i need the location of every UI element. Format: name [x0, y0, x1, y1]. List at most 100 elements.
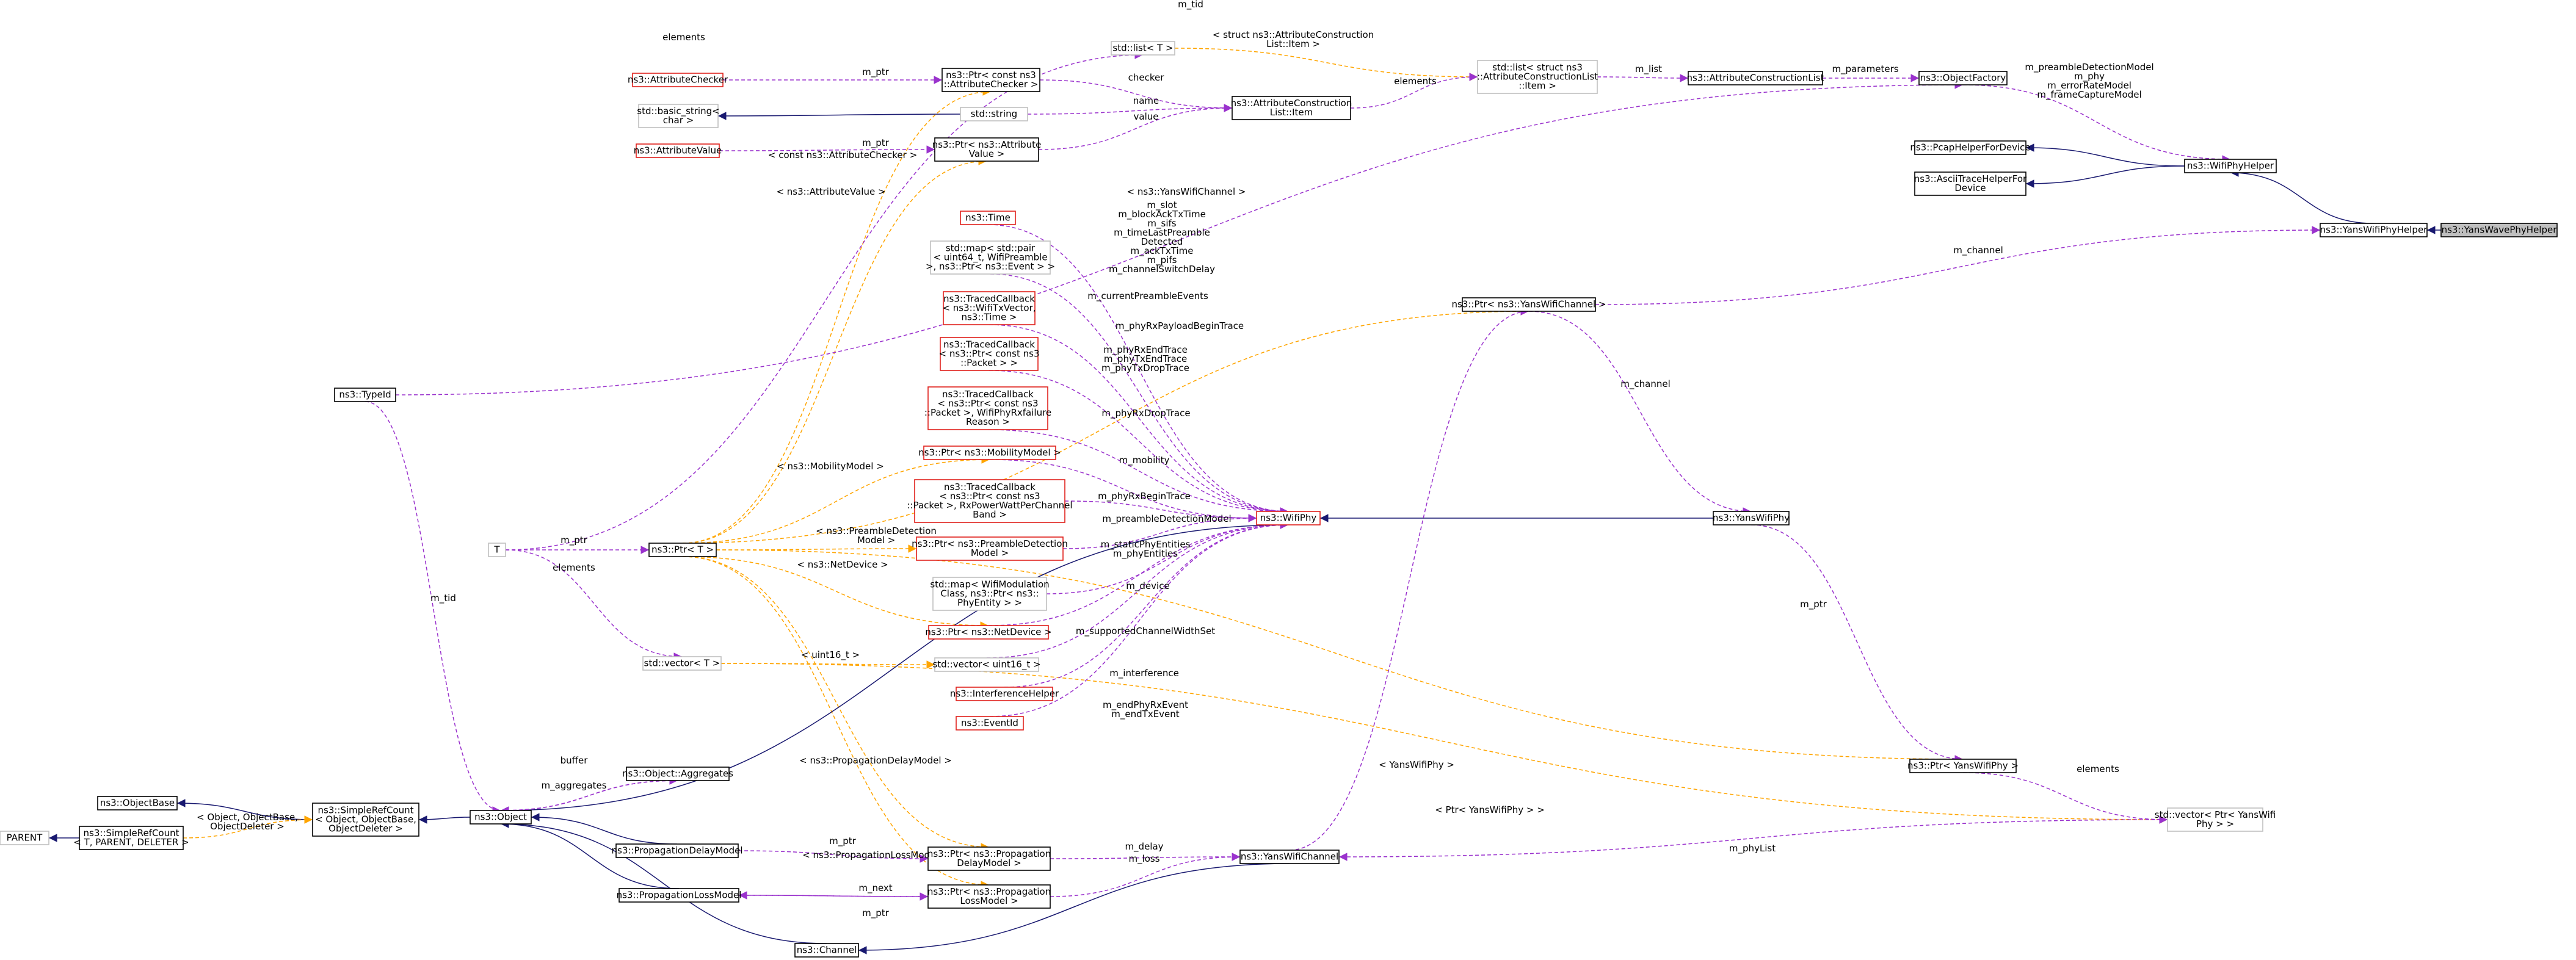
edge-label-l_mparams: m_parameters: [1832, 63, 1898, 75]
class-node-focus[interactable]: ns3::YansWavePhyHelper: [2440, 223, 2558, 237]
class-node-label: ns3::TypeId: [339, 389, 391, 400]
class-node-objectfactory[interactable]: ns3::ObjectFactory: [1918, 71, 2008, 85]
edge-label-l_mnext: m_next: [858, 882, 892, 894]
class-node-label: ns3::YansWifiChannel: [1241, 851, 1338, 862]
class-node-stdvectorT[interactable]: std::vector< T >: [642, 656, 722, 671]
class-node-label: ns3::Time >: [961, 312, 1017, 323]
class-node-basicstring[interactable]: std::basic_string<char >: [637, 104, 720, 128]
class-node-typeid[interactable]: ns3::TypeId: [334, 388, 396, 402]
edge-label-l_name: name: [1133, 95, 1159, 106]
edge-label-l_attrvalue_t: < ns3::AttributeValue >: [776, 186, 885, 197]
class-node-label: ::Packet > >: [960, 358, 1018, 369]
class-node-label: ns3::AttributeConstructionList: [1687, 73, 1824, 84]
class-node-time[interactable]: ns3::Time: [960, 211, 1016, 225]
class-node-label: ns3::Ptr< ns3::YansWifiChannel >: [1451, 299, 1606, 310]
class-node-ptrpreamble[interactable]: ns3::Ptr< ns3::PreambleDetectionModel >: [912, 536, 1068, 561]
class-node-label: PARENT: [7, 832, 43, 843]
usage-edge-ptryanschannel-to-yanswifiphy: [1528, 311, 1752, 516]
class-node-parent[interactable]: PARENT: [0, 831, 49, 845]
class-node-label: ns3::WifiPhyHelper: [2187, 161, 2274, 171]
class-node-attritem[interactable]: ns3::AttributeConstructionList::Item: [1231, 96, 1352, 120]
class-node-object[interactable]: ns3::Object: [470, 810, 532, 825]
class-node-objectbase[interactable]: ns3::ObjectBase: [97, 796, 178, 810]
edge-label-l_mchannel_mid: m_channel: [1620, 378, 1670, 390]
class-node-pcaphelper[interactable]: ns3::PcapHelperForDevice: [1910, 140, 2031, 155]
class-node-attrvalue[interactable]: ns3::AttributeValue: [634, 143, 722, 158]
edge-label-l_elements_ptr: elements: [2077, 763, 2119, 774]
edge-label-l_elements_list: elements: [1394, 76, 1437, 87]
class-node-label: ns3::ObjectBase: [100, 798, 175, 809]
usage-edge-stdstring-to-attritem: [1027, 104, 1233, 115]
class-node-tc2[interactable]: ns3::TracedCallback< ns3::Ptr< const ns3…: [939, 337, 1040, 371]
class-node-ptrattrvalue[interactable]: ns3::Ptr< ns3::AttributeValue >: [932, 137, 1042, 162]
class-node-proploss[interactable]: ns3::PropagationLossModel: [617, 888, 742, 903]
class-node-wifiphy[interactable]: ns3::WifiPhy: [1256, 511, 1321, 525]
class-node-label: Phy > >: [2196, 818, 2234, 829]
edge-label-l_preamble_t: Model >: [857, 535, 895, 546]
edge-label-l_endphy: m_endTxEvent: [1111, 709, 1179, 720]
class-node-label: PhyEntity > >: [957, 597, 1022, 608]
inherit-edge-stdstring-to-basicstring: [717, 112, 961, 120]
class-node-tc1[interactable]: ns3::TracedCallback< ns3::WifiTxVector,n…: [942, 291, 1036, 325]
class-node-label: T: [493, 544, 500, 555]
class-node-yanswifiphyhelper[interactable]: ns3::YansWifiPhyHelper: [2320, 223, 2428, 237]
class-node-stdlistitem[interactable]: std::list< struct ns3::AttributeConstruc…: [1477, 60, 1598, 94]
class-node-interference[interactable]: ns3::InterferenceHelper: [950, 687, 1059, 701]
class-node-label: ns3::AttributeValue: [634, 145, 722, 156]
class-node-wifiphyhelper[interactable]: ns3::WifiPhyHelper: [2184, 159, 2277, 173]
inherit-edge-object-to-simplerefcount: [418, 815, 471, 824]
class-node-tc3[interactable]: ns3::TracedCallback< ns3::Ptr< const ns3…: [924, 386, 1051, 430]
class-node-ptryanschannel[interactable]: ns3::Ptr< ns3::YansWifiChannel >: [1451, 297, 1606, 312]
class-node-label: ObjectDeleter >: [328, 823, 403, 834]
edge-label-l_buffer: buffer: [561, 755, 589, 766]
class-node-vecptryans[interactable]: std::vector< Ptr< YansWifiPhy > >: [2155, 807, 2276, 832]
class-node-vecuint16[interactable]: std::vector< uint16_t >: [932, 657, 1041, 672]
edge-label-l_mphylist: m_phyList: [1729, 843, 1776, 854]
class-node-stdmap1[interactable]: std::map< std::pair< uint64_t, WifiPream…: [926, 240, 1055, 275]
class-node-simplerefcount[interactable]: ns3::SimpleRefCount< Object, ObjectBase,…: [312, 803, 419, 837]
template-edge-ptrT-to-ptrpreamble: [716, 544, 917, 553]
class-node-yanschannel[interactable]: ns3::YansWifiChannel: [1239, 850, 1340, 864]
class-node-ptryansphy[interactable]: ns3::Ptr< YansWifiPhy >: [1907, 759, 2019, 773]
usage-edge-T-to-stdlistT: [505, 51, 1144, 550]
class-node-ptrproploss[interactable]: ns3::Ptr< ns3::PropagationLossModel >: [927, 884, 1051, 909]
class-node-eventid[interactable]: ns3::EventId: [956, 716, 1024, 731]
class-node-label: ::Item >: [1518, 81, 1556, 92]
edge-label-l_elements_vec: elements: [553, 562, 595, 573]
usage-edge-yanswifiphy-to-ptryansphy: [1751, 524, 1964, 763]
class-node-ptrnetdevice[interactable]: ns3::Ptr< ns3::NetDevice >: [925, 625, 1052, 640]
class-node-simplerefcountT[interactable]: ns3::SimpleRefCount< T, PARENT, DELETER …: [73, 826, 189, 850]
class-node-label: ns3::InterferenceHelper: [950, 688, 1059, 699]
edge-label-l_const_checker: < const ns3::AttributeChecker >: [768, 150, 917, 161]
class-node-stdmap2[interactable]: std::map< WifiModulationClass, ns3::Ptr<…: [930, 577, 1050, 611]
class-node-stdlistT[interactable]: std::list< T >: [1111, 41, 1175, 56]
class-node-attrchecker[interactable]: ns3::AttributeChecker: [628, 73, 728, 87]
edge-label-l_preamble_group: m_frameCaptureModel: [2037, 89, 2141, 101]
class-node-label: List::Item: [1270, 107, 1313, 118]
class-node-label: ns3::PcapHelperForDevice: [1910, 142, 2030, 153]
collaboration-diagram: m_tidelements < struct ns3::AttributeCons…: [0, 0, 2558, 958]
class-node-label: Band >: [973, 509, 1007, 520]
edge-label-l_minterference: m_interference: [1109, 668, 1179, 679]
edge-label-l_maggregates: m_aggregates: [541, 780, 606, 792]
class-node-T[interactable]: T: [488, 543, 506, 557]
class-node-channel[interactable]: ns3::Channel: [794, 943, 859, 958]
class-node-attrlist[interactable]: ns3::AttributeConstructionList: [1687, 71, 1824, 85]
class-node-label: Value >: [969, 148, 1005, 159]
edge-label-l_netdevice_t: < ns3::NetDevice >: [797, 559, 888, 570]
class-node-tc4[interactable]: ns3::TracedCallback< ns3::Ptr< const ns3…: [907, 479, 1073, 523]
edge-label-l_ptryansphy_t: < Ptr< YansWifiPhy > >: [1435, 804, 1545, 815]
class-node-ptrT[interactable]: ns3::Ptr< T >: [648, 543, 717, 557]
class-node-label: ns3::PropagationDelayModel: [612, 845, 743, 856]
usage-edge-ptryanschannel-to-yanswifiphyhelper: [1595, 226, 2321, 305]
class-node-label: ns3::Time: [965, 212, 1010, 223]
class-node-aggregates[interactable]: ns3::Object::Aggregates: [622, 767, 733, 781]
class-node-ptrpropdelay[interactable]: ns3::Ptr< ns3::PropagationDelayModel >: [927, 846, 1051, 871]
class-node-stdstring[interactable]: std::string: [960, 107, 1028, 121]
class-node-ptrchecker[interactable]: ns3::Ptr< const ns3::AttributeChecker >: [942, 68, 1040, 92]
class-node-label: ns3::ObjectFactory: [1920, 73, 2006, 84]
class-node-yanswifiphy[interactable]: ns3::YansWifiPhy: [1713, 511, 1790, 525]
class-node-propdelay[interactable]: ns3::PropagationDelayModel: [612, 843, 743, 858]
class-node-asciihelper[interactable]: ns3::AsciiTraceHelperForDevice: [1914, 171, 2027, 196]
class-node-ptrmobility[interactable]: ns3::Ptr< ns3::MobilityModel >: [918, 446, 1061, 460]
